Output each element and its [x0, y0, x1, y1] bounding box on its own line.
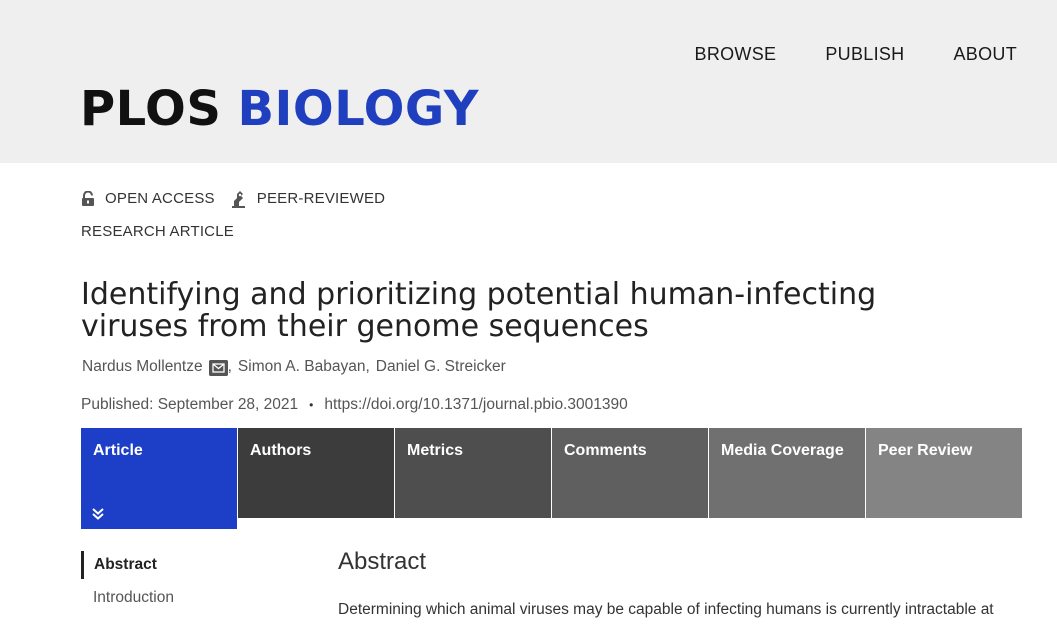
top-navigation: BROWSE PUBLISH ABOUT	[695, 44, 1017, 65]
abstract-heading: Abstract	[338, 548, 427, 575]
tab-article-label: Article	[93, 442, 143, 459]
publication-info: Published: September 28, 2021 • https://…	[81, 396, 628, 414]
open-lock-icon	[81, 190, 95, 207]
section-link-abstract[interactable]: Abstract	[81, 551, 174, 579]
tab-metrics-label: Metrics	[407, 442, 464, 459]
article-tabs: Article Authors Metrics Comments Media C…	[81, 428, 1023, 529]
article-badges: OPEN ACCESS PEER-REVIEWED	[81, 189, 401, 208]
tab-peer-review[interactable]: Peer Review	[866, 428, 1022, 518]
author-separator: ,	[227, 358, 232, 375]
tab-peer-review-label: Peer Review	[878, 442, 973, 459]
peer-reviewed-badge[interactable]: PEER-REVIEWED	[231, 189, 385, 208]
tab-comments-label: Comments	[564, 442, 647, 459]
tab-authors-label: Authors	[250, 442, 312, 459]
nav-publish-link[interactable]: PUBLISH	[825, 44, 904, 65]
nav-about-link[interactable]: ABOUT	[953, 44, 1017, 65]
open-access-badge[interactable]: OPEN ACCESS	[81, 190, 215, 207]
article-title: Identifying and prioritizing potential h…	[81, 277, 877, 344]
tab-media-coverage-label: Media Coverage	[721, 442, 844, 459]
peer-review-icon	[231, 189, 247, 208]
section-link-introduction[interactable]: Introduction	[81, 584, 174, 612]
abstract-text: Determining which animal viruses may be …	[338, 601, 994, 618]
article-type: RESEARCH ARTICLE	[81, 223, 234, 240]
author-list: Nardus Mollentze , Simon A. Babayan , Da…	[82, 358, 506, 376]
tab-media-coverage[interactable]: Media Coverage	[709, 428, 865, 518]
section-navigation: Abstract Introduction	[81, 551, 174, 617]
author-1[interactable]: Nardus Mollentze	[82, 358, 203, 376]
journal-logo[interactable]: PLOS BIOLOGY	[80, 85, 479, 133]
author-separator: ,	[365, 358, 370, 375]
author-2[interactable]: Simon A. Babayan	[238, 358, 366, 376]
bullet-separator: •	[309, 398, 314, 412]
open-access-label: OPEN ACCESS	[105, 190, 215, 207]
peer-reviewed-label: PEER-REVIEWED	[256, 190, 386, 207]
logo-biology-text: BIOLOGY	[237, 81, 479, 137]
tab-article[interactable]: Article	[81, 428, 237, 529]
email-icon[interactable]	[208, 360, 228, 376]
published-date: Published: September 28, 2021	[81, 396, 299, 413]
double-chevron-down-icon	[91, 507, 105, 521]
tab-comments[interactable]: Comments	[552, 428, 708, 518]
tab-metrics[interactable]: Metrics	[395, 428, 551, 518]
author-3[interactable]: Daniel G. Streicker	[376, 358, 506, 376]
doi-link[interactable]: https://doi.org/10.1371/journal.pbio.300…	[324, 396, 627, 414]
nav-browse-link[interactable]: BROWSE	[695, 44, 777, 65]
site-header: BROWSE PUBLISH ABOUT PLOS BIOLOGY	[0, 0, 1057, 163]
logo-plos-text: PLOS	[80, 81, 222, 137]
tab-authors[interactable]: Authors	[238, 428, 394, 518]
